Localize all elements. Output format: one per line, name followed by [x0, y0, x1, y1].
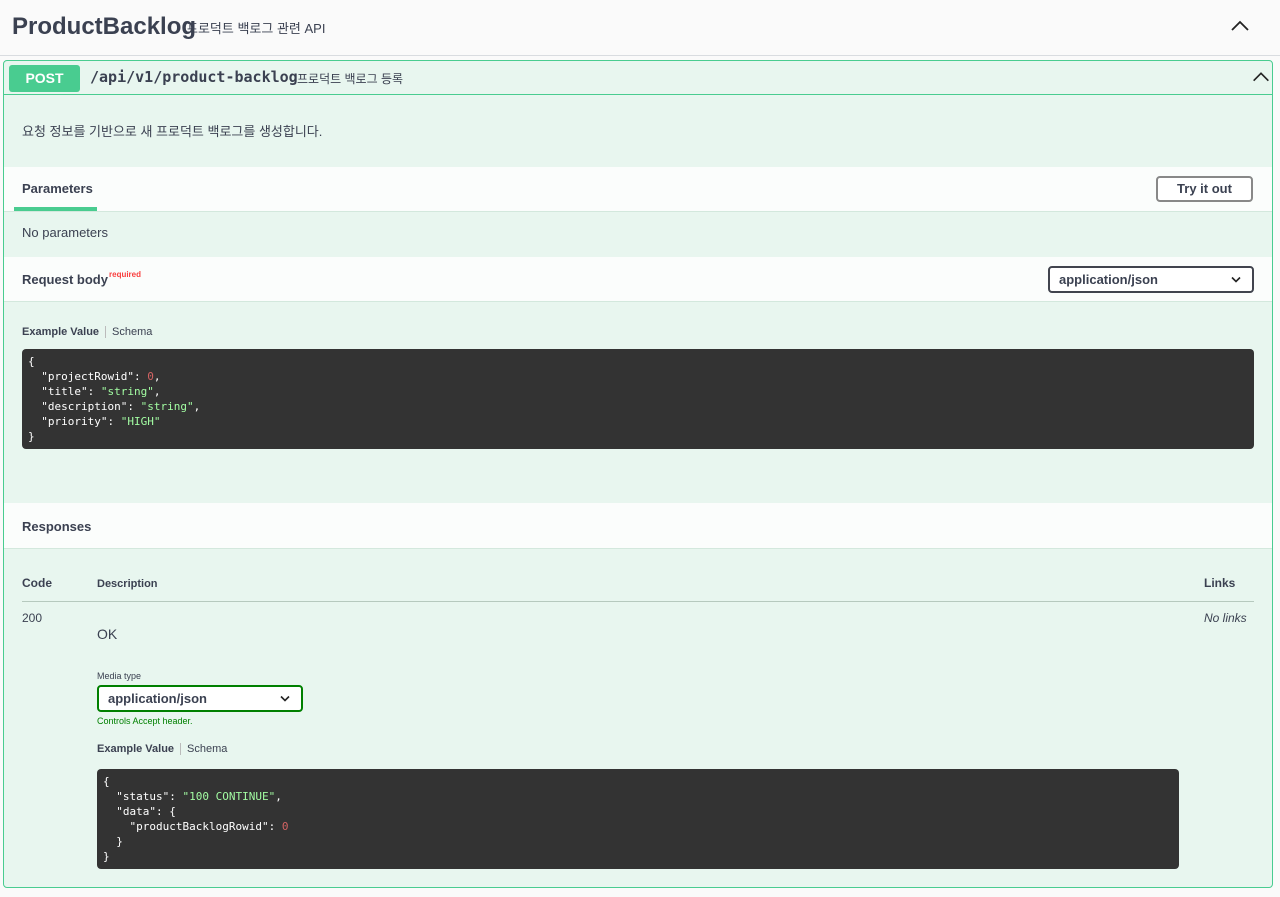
- select-value: application/json: [1059, 272, 1158, 287]
- tag-header[interactable]: ProductBacklog 프로덕트 백로그 관련 API: [0, 0, 1280, 56]
- try-it-out-button[interactable]: Try it out: [1156, 176, 1253, 202]
- media-type-label: Media type: [97, 671, 142, 681]
- request-example-code: { "projectRowid": 0, "title": "string", …: [22, 349, 1254, 449]
- json-key: "title": [41, 385, 88, 398]
- tag-description: 프로덕트 백로그 관련 API: [186, 21, 326, 36]
- json-value: "string": [100, 385, 154, 398]
- response-description: OK: [97, 626, 118, 642]
- code-line: "status": "100 CONTINUE",: [116, 790, 282, 803]
- responses-title: Responses: [22, 519, 92, 534]
- code-line: }: [103, 835, 123, 848]
- json-comma: ,: [193, 400, 201, 413]
- tag-title[interactable]: ProductBacklog: [12, 13, 196, 41]
- response-links: No links: [1204, 611, 1247, 625]
- tab-parameters[interactable]: Parameters: [22, 181, 93, 196]
- code-line: }: [103, 850, 110, 863]
- tab-schema[interactable]: Schema: [106, 326, 152, 338]
- tab-schema[interactable]: Schema: [181, 743, 227, 755]
- request-content-type-select[interactable]: application/json: [1048, 266, 1254, 293]
- json-comma: ,: [153, 385, 161, 398]
- response-example-tabs: Example Value Schema: [97, 743, 227, 755]
- operation-block: POST /api/v1/product-backlog 프로덕트 백로그 등록…: [3, 60, 1273, 888]
- response-media-type-select[interactable]: application/json: [97, 685, 303, 712]
- column-header-code: Code: [22, 576, 52, 590]
- request-body-header: Request body required application/json: [4, 257, 1272, 302]
- code-line: "productBacklogRowid": 0: [129, 820, 289, 833]
- parameters-header: Parameters Try it out: [4, 167, 1272, 212]
- required-marker: required: [109, 270, 142, 279]
- tab-example-value[interactable]: Example Value: [22, 326, 107, 338]
- json-value: "string": [140, 400, 194, 413]
- select-value: application/json: [108, 691, 207, 706]
- responses-header: Responses: [4, 503, 1272, 549]
- request-body-title: Request body: [22, 272, 108, 287]
- json-value: 0: [147, 370, 154, 383]
- operation-path: /api/v1/product-backlog: [90, 68, 298, 86]
- code-line: }: [28, 430, 35, 443]
- code-line: "data": {: [116, 805, 176, 818]
- json-key: "projectRowid": [41, 370, 134, 383]
- code-line: {: [103, 775, 110, 788]
- chevron-up-icon[interactable]: [1250, 66, 1272, 88]
- chevron-up-icon[interactable]: [1228, 14, 1252, 38]
- operation-summary-text: 프로덕트 백로그 등록: [297, 72, 404, 86]
- active-tab-indicator: [14, 207, 97, 211]
- chevron-down-icon: [1231, 276, 1241, 283]
- chevron-down-icon: [280, 695, 290, 702]
- operation-summary[interactable]: POST /api/v1/product-backlog 프로덕트 백로그 등록: [4, 61, 1272, 95]
- operation-description: 요청 정보를 기반으로 새 프로덕트 백로그를 생성합니다.: [22, 124, 323, 139]
- json-key: "description": [41, 400, 128, 413]
- controls-accept-text: Controls Accept header.: [97, 716, 193, 726]
- divider: [22, 601, 1254, 602]
- method-badge: POST: [9, 65, 80, 92]
- json-value: "HIGH": [120, 415, 161, 428]
- code-line: {: [28, 355, 35, 368]
- json-key: "priority": [41, 415, 108, 428]
- response-status-code: 200: [22, 611, 43, 625]
- request-example-tabs: Example Value Schema: [22, 326, 152, 338]
- tab-example-value[interactable]: Example Value: [97, 743, 182, 755]
- column-header-links: Links: [1204, 576, 1236, 590]
- json-comma: ,: [153, 370, 161, 383]
- no-parameters-text: No parameters: [22, 225, 108, 240]
- response-example-code: { "status": "100 CONTINUE", "data": { "p…: [97, 769, 1179, 869]
- column-header-description: Description: [97, 578, 158, 590]
